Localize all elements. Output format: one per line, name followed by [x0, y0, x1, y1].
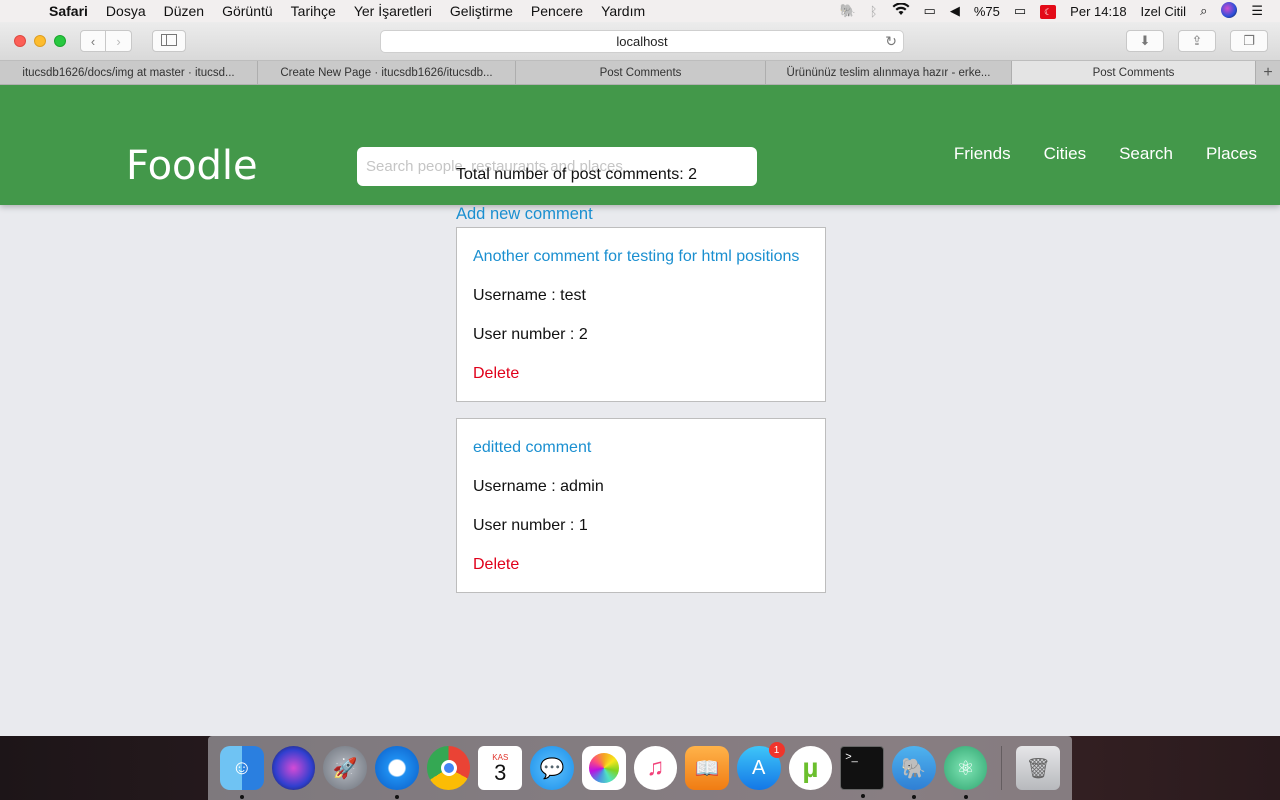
launchpad-icon[interactable]: 🚀 — [323, 746, 368, 790]
sidebar-toggle-button[interactable] — [152, 30, 186, 52]
dock: ☺ 🚀 KAS 3 💬 ♫ 📖 A1 µ >_ 🐘 ⚛ 🗑 — [208, 736, 1072, 800]
dock-separator — [1001, 746, 1003, 790]
bluetooth-icon[interactable]: ᛒ — [863, 4, 885, 19]
close-window-button[interactable] — [14, 35, 26, 47]
safari-icon[interactable] — [375, 746, 419, 799]
delete-comment-link[interactable]: Delete — [473, 365, 809, 383]
messages-icon[interactable]: 💬 — [530, 746, 574, 790]
menu-gelistirme[interactable]: Geliştirme — [441, 3, 522, 19]
total-comments-text: Total number of post comments: 2 — [456, 166, 697, 183]
share-button[interactable]: ⇪ — [1178, 30, 1216, 52]
tab-2[interactable]: Create New Page · itucsdb1626/itucsdb... — [258, 61, 516, 84]
delete-comment-link[interactable]: Delete — [473, 556, 809, 574]
tab-5-active[interactable]: Post Comments — [1012, 61, 1256, 84]
menu-dosya[interactable]: Dosya — [97, 3, 155, 19]
nav-search[interactable]: Search — [1119, 144, 1173, 164]
calendar-icon[interactable]: KAS 3 — [478, 746, 523, 790]
comments-section: Total number of post comments: 2 Add new… — [456, 85, 826, 593]
photos-icon[interactable] — [581, 746, 626, 790]
minimize-window-button[interactable] — [34, 35, 46, 47]
app-store-badge: 1 — [768, 742, 785, 758]
macos-menubar: Safari Dosya Düzen Görüntü Tarihçe Yer İ… — [0, 0, 1280, 22]
nav-places[interactable]: Places — [1206, 144, 1257, 164]
comment-title-link[interactable]: editted comment — [473, 439, 809, 457]
ibooks-icon[interactable]: 📖 — [685, 746, 729, 790]
nav-cities[interactable]: Cities — [1044, 144, 1087, 164]
spotlight-icon[interactable]: ⌕ — [1193, 3, 1214, 19]
comment-list: Another comment for testing for html pos… — [456, 227, 826, 593]
flag-icon[interactable]: ☾ — [1033, 3, 1063, 19]
browser-toolbar: ‹ › localhost ↻ ⬇ ⇪ ❐ — [0, 22, 1280, 61]
menu-pencere[interactable]: Pencere — [522, 3, 592, 19]
battery-icon[interactable]: ▭ — [1007, 3, 1033, 19]
user-name[interactable]: Izel Citil — [1134, 4, 1194, 19]
site-brand[interactable]: Foodle — [126, 143, 258, 189]
tab-3[interactable]: Post Comments — [516, 61, 766, 84]
reload-icon[interactable]: ↻ — [885, 33, 897, 50]
terminal-icon[interactable]: >_ — [840, 746, 884, 798]
siri-icon[interactable] — [1214, 1, 1244, 21]
window-controls — [14, 35, 66, 47]
toolbar-right: ⬇ ⇪ ❐ — [1126, 30, 1268, 52]
calendar-day: 3 — [494, 759, 507, 785]
maximize-window-button[interactable] — [54, 35, 66, 47]
nav-friends[interactable]: Friends — [954, 144, 1011, 164]
menu-safari[interactable]: Safari — [40, 3, 97, 19]
tabs-icon: ❐ — [1243, 33, 1255, 48]
comment-card: Another comment for testing for html pos… — [456, 227, 826, 402]
web-page: Foodle Friends Cities Search Places Tota… — [0, 85, 1280, 736]
address-bar[interactable]: localhost ↻ — [380, 30, 904, 53]
site-nav: Friends Cities Search Places — [954, 144, 1257, 164]
atom-icon[interactable]: ⚛ — [943, 746, 988, 799]
comment-user-number: User number : 2 — [473, 326, 588, 343]
itunes-icon[interactable]: ♫ — [633, 746, 678, 790]
comment-username: Username : test — [473, 287, 586, 304]
status-area: 🐘 ᛒ ▭ ◀ %75 ▭ ☾ Per 14:18 Izel Citil ⌕ ☰ — [833, 1, 1280, 21]
app-store-icon[interactable]: A1 — [736, 742, 785, 790]
add-comment-link[interactable]: Add new comment — [456, 205, 826, 224]
comment-username: Username : admin — [473, 478, 604, 495]
sidebar-icon — [161, 33, 177, 49]
menu-yer-isaretleri[interactable]: Yer İşaretleri — [345, 3, 441, 19]
utorrent-icon[interactable]: µ — [788, 746, 833, 790]
wifi-icon[interactable] — [885, 2, 917, 19]
comment-title-link[interactable]: Another comment for testing for html pos… — [473, 248, 809, 266]
safari-window: ‹ › localhost ↻ ⬇ ⇪ ❐ itucsdb1626/docs/i… — [0, 22, 1280, 736]
tab-1[interactable]: itucsdb1626/docs/img at master · itucsd.… — [0, 61, 258, 84]
tab-4[interactable]: Ürününüz teslim alınmaya hazır - erke... — [766, 61, 1012, 84]
clock[interactable]: Per 14:18 — [1063, 4, 1133, 19]
tabs-overview-button[interactable]: ❐ — [1230, 30, 1268, 52]
battery-percent: %75 — [973, 3, 1000, 19]
tab-bar: itucsdb1626/docs/img at master · itucsd.… — [0, 61, 1280, 85]
chevron-left-icon: ‹ — [90, 33, 96, 49]
downloads-button[interactable]: ⬇ — [1126, 30, 1164, 52]
history-nav: ‹ › — [80, 30, 132, 52]
menu-yardim[interactable]: Yardım — [592, 3, 654, 19]
menu-goruntu[interactable]: Görüntü — [213, 3, 282, 19]
new-tab-button[interactable]: + — [1256, 61, 1280, 84]
postgres-elephant-icon[interactable]: 🐘 — [892, 746, 936, 799]
comment-card: editted comment Username : admin User nu… — [456, 418, 826, 593]
back-button[interactable]: ‹ — [80, 30, 106, 52]
share-icon: ⇪ — [1191, 33, 1203, 48]
elephant-icon[interactable]: 🐘 — [833, 3, 863, 19]
menu-duzen[interactable]: Düzen — [155, 3, 213, 19]
trash-icon[interactable]: 🗑 — [1016, 746, 1061, 790]
siri-app-icon[interactable] — [271, 746, 316, 790]
url-text: localhost — [616, 34, 668, 49]
airplay-icon[interactable]: ▭ — [917, 3, 943, 19]
menu-tarihce[interactable]: Tarihçe — [282, 3, 345, 19]
forward-button[interactable]: › — [106, 30, 132, 52]
finder-icon[interactable]: ☺ — [220, 746, 264, 799]
notification-center-icon[interactable]: ☰ — [1244, 3, 1270, 19]
volume-icon[interactable]: ◀ — [943, 3, 967, 19]
download-icon: ⬇ — [1139, 33, 1151, 48]
chrome-icon[interactable] — [426, 746, 471, 790]
comment-user-number: User number : 1 — [473, 517, 588, 534]
chevron-right-icon: › — [116, 33, 121, 49]
